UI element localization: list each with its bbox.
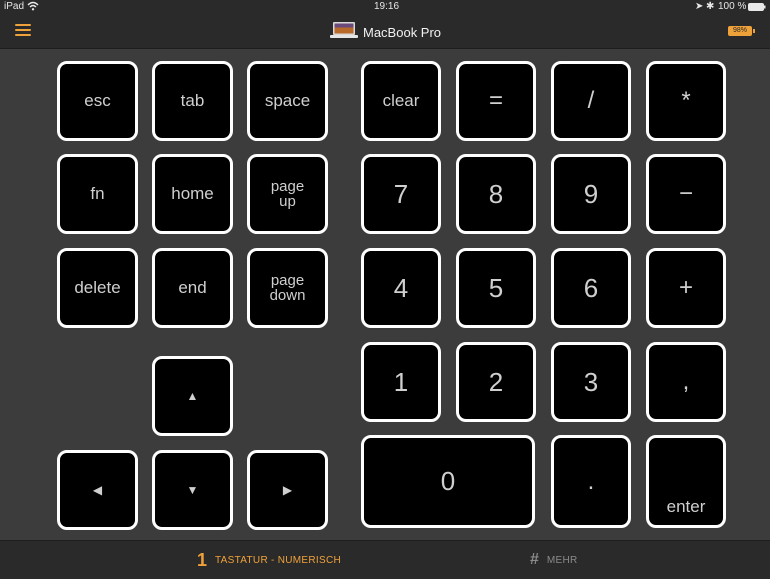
bottom-tab-bar: 1 TASTATUR - NUMERISCH # MEHR: [0, 540, 770, 579]
hash-icon: #: [530, 551, 539, 568]
space-key[interactable]: space: [247, 61, 328, 141]
multiply-key[interactable]: *: [646, 61, 726, 141]
digit-6-key[interactable]: 6: [551, 248, 631, 328]
fn-key[interactable]: fn: [57, 154, 138, 234]
nav-bar: MacBook Pro 98%: [0, 14, 770, 49]
location-icon: ➤: [695, 1, 704, 12]
digit-2-key[interactable]: 2: [456, 342, 536, 422]
minus-key[interactable]: −: [646, 154, 726, 234]
device-title: MacBook Pro: [330, 21, 442, 44]
battery-percent: 100 %: [718, 1, 747, 12]
page-up-label-line2: up: [279, 193, 296, 210]
tab-more-label: MEHR: [546, 554, 578, 566]
digit-5-key[interactable]: 5: [456, 248, 536, 328]
digit-4-key[interactable]: 4: [361, 248, 441, 328]
digit-9-key[interactable]: 9: [551, 154, 631, 234]
digit-1-key[interactable]: 1: [361, 342, 441, 422]
digit-0-key[interactable]: 0: [361, 435, 535, 528]
arrow-left-key[interactable]: ◀: [57, 450, 138, 530]
bluetooth-icon: ✱: [706, 1, 715, 12]
remote-battery-badge: 98%: [728, 26, 755, 36]
plus-key[interactable]: +: [646, 248, 726, 328]
clear-key[interactable]: clear: [361, 61, 441, 141]
hamburger-menu-icon[interactable]: [15, 24, 31, 38]
home-key[interactable]: home: [152, 154, 233, 234]
divide-key[interactable]: /: [551, 61, 631, 141]
comma-key[interactable]: ,: [646, 342, 726, 422]
status-time: 19:16: [374, 1, 400, 12]
laptop-icon: [330, 21, 358, 44]
digit-7-key[interactable]: 7: [361, 154, 441, 234]
arrow-right-key[interactable]: ▶: [247, 450, 328, 530]
tab-numeric-keyboard-label: TASTATUR - NUMERISCH: [215, 554, 342, 566]
page-down-label-line1: page: [270, 272, 305, 289]
digit-3-key[interactable]: 3: [551, 342, 631, 422]
wifi-icon: [27, 1, 39, 15]
numeric-keyboard-icon: 1: [197, 549, 208, 570]
equals-key[interactable]: =: [456, 61, 536, 141]
page-down-label-line2: down: [269, 287, 306, 304]
tab-numeric-keyboard[interactable]: 1 TASTATUR - NUMERISCH: [197, 541, 341, 579]
period-key[interactable]: .: [551, 435, 631, 528]
status-bar: iPad 19:16 ➤ ✱ 100 %: [0, 0, 770, 14]
device-name: iPad: [4, 1, 25, 12]
page-title: MacBook Pro: [363, 24, 442, 40]
tab-key[interactable]: tab: [152, 61, 233, 141]
end-key[interactable]: end: [152, 248, 233, 328]
page-up-key[interactable]: page up: [247, 154, 328, 234]
enter-key[interactable]: enter: [646, 435, 726, 528]
arrow-up-key[interactable]: ▲: [152, 356, 233, 436]
tab-more[interactable]: # MEHR: [530, 541, 578, 579]
delete-key[interactable]: delete: [57, 248, 138, 328]
page-down-key[interactable]: page down: [247, 248, 328, 328]
page-up-label-line1: page: [270, 178, 305, 195]
arrow-down-key[interactable]: ▼: [152, 450, 233, 530]
digit-8-key[interactable]: 8: [456, 154, 536, 234]
esc-key[interactable]: esc: [57, 61, 138, 141]
